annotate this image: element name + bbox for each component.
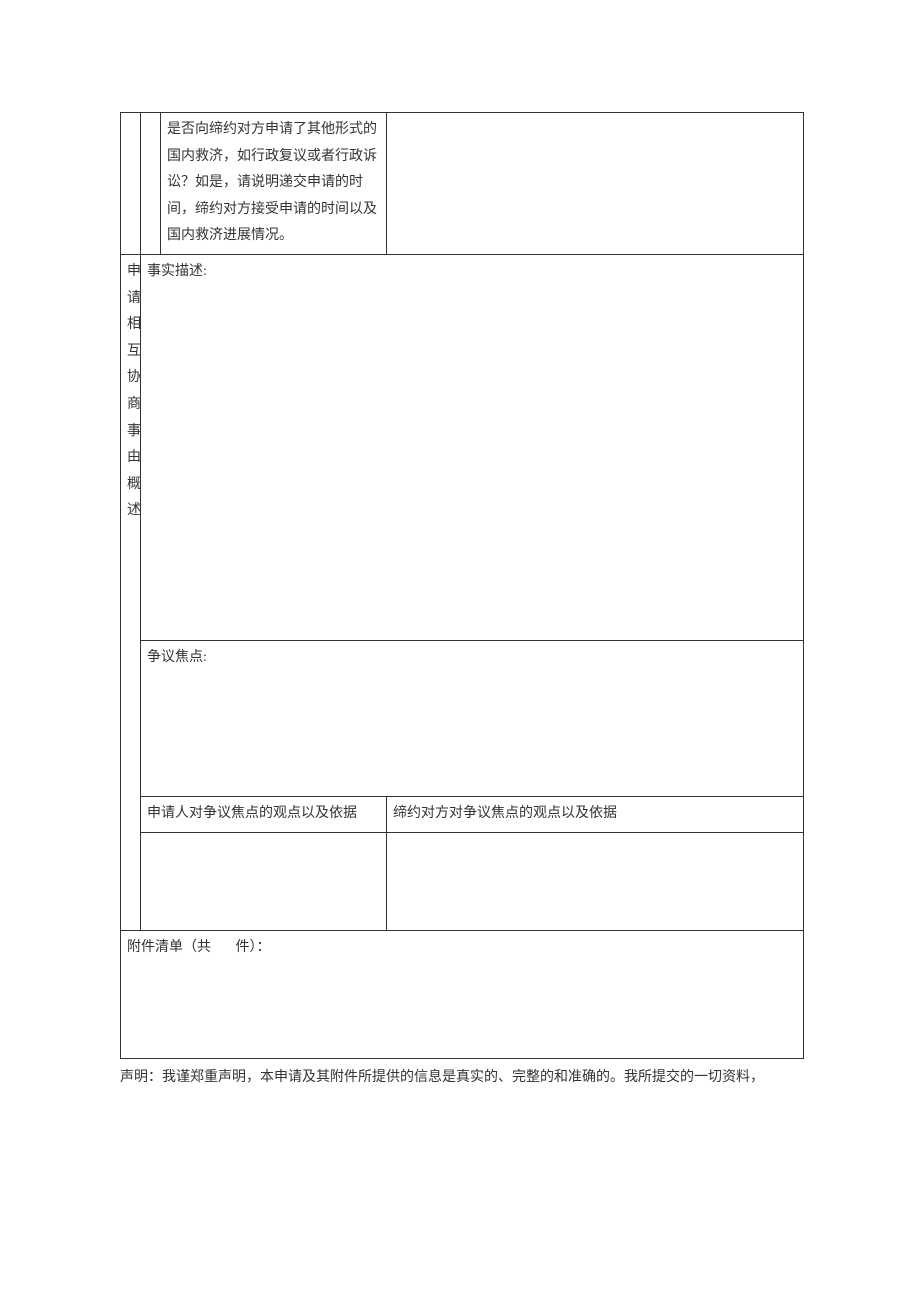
row1-col1-empty: [121, 113, 141, 255]
dispute-focus-label: 争议焦点:: [147, 650, 207, 665]
facts-description-label: 事实描述:: [147, 264, 207, 279]
attachments-list-cell[interactable]: 附件清单（共 件）：: [121, 930, 804, 1058]
counterparty-view-header: 缔约对方对争议焦点的观点以及依据: [387, 796, 804, 832]
domestic-remedy-question: 是否向缔约对方申请了其他形式的国内救济，如行政复议或者行政诉讼？如是，请说明递交…: [161, 113, 387, 255]
attachments-prefix: 附件清单（共: [127, 940, 211, 955]
consultation-summary-label: 申 请 相 互 协 商 事 由 概 述: [121, 254, 141, 930]
counterparty-view-content[interactable]: [387, 832, 804, 930]
domestic-remedy-answer[interactable]: [387, 113, 804, 255]
attachments-suffix: 件）：: [236, 940, 271, 955]
facts-description-cell[interactable]: 事实描述:: [141, 254, 804, 640]
application-form-table: 是否向缔约对方申请了其他形式的国内救济，如行政复议或者行政诉讼？如是，请说明递交…: [120, 112, 804, 1059]
row1-col2-empty: [141, 113, 161, 255]
declaration-text: 声明：我谨郑重声明，本申请及其附件所提供的信息是真实的、完整的和准确的。我所提交…: [120, 1059, 804, 1092]
applicant-view-header: 申请人对争议焦点的观点以及依据: [141, 796, 387, 832]
applicant-view-content[interactable]: [141, 832, 387, 930]
dispute-focus-cell[interactable]: 争议焦点:: [141, 640, 804, 796]
